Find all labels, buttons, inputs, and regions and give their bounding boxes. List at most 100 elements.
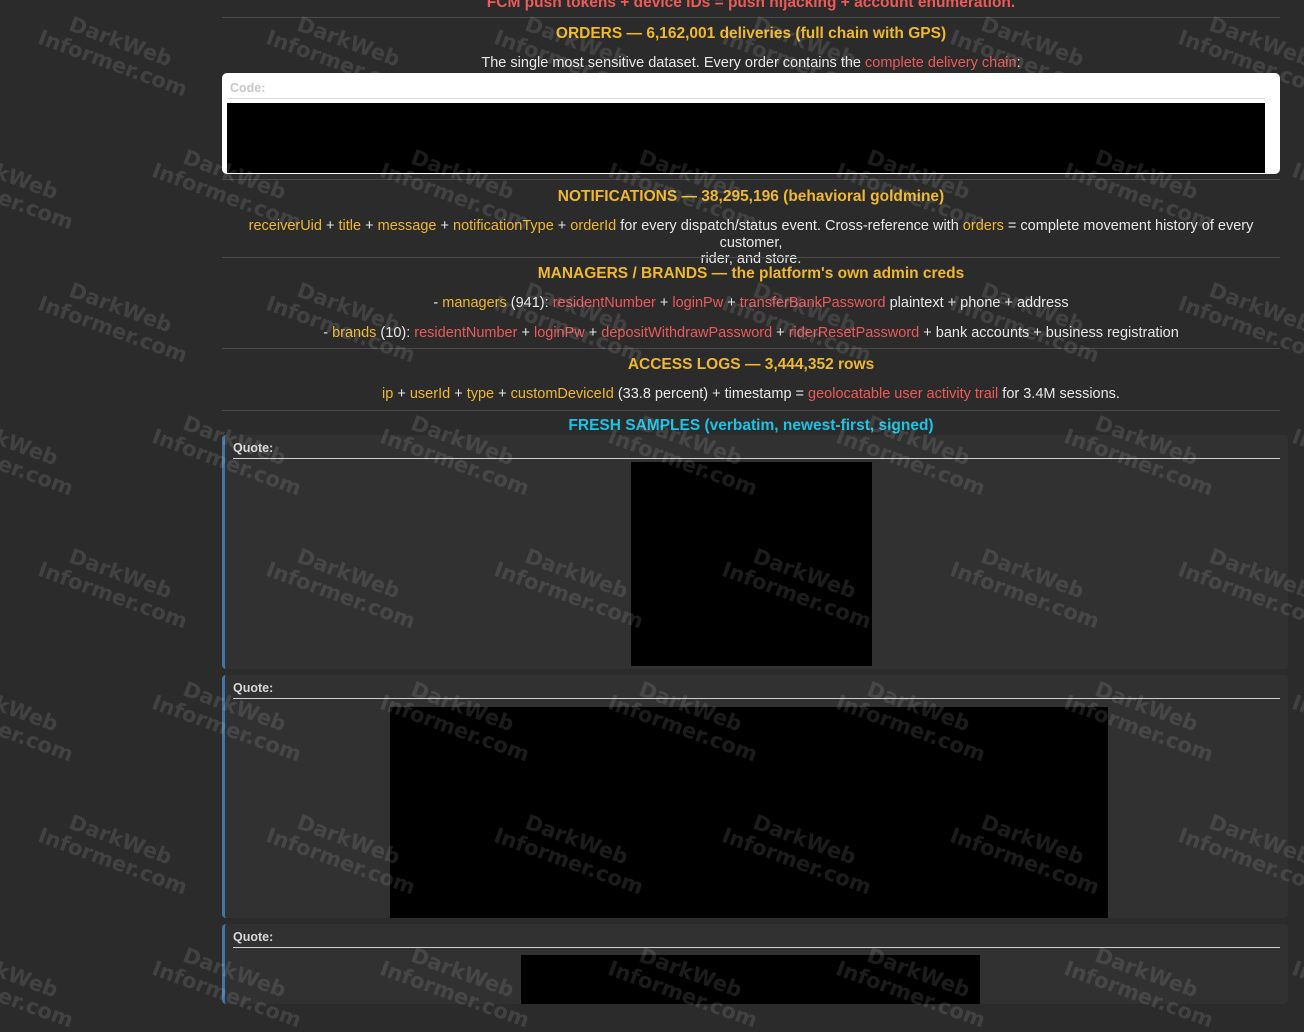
divider	[222, 17, 1280, 18]
table-brands: brands	[332, 325, 377, 341]
table-managers: managers	[442, 295, 507, 311]
watermark-text: DarkWebInformer.com	[0, 404, 84, 501]
field-transferBankPassword: transferBankPassword	[739, 295, 886, 311]
managers-heading: MANAGERS / BRANDS — the platform's own a…	[537, 265, 965, 282]
watermark-text: DarkWebInformer.com	[1288, 404, 1304, 501]
watermark-line-1: DarkWeb	[0, 145, 62, 205]
access-logs-mid: (33.8 percent) + timestamp =	[613, 386, 809, 402]
field-message: message	[377, 218, 437, 234]
watermark-line-2: Informer.com	[1288, 158, 1304, 235]
watermark-line-1: DarkWeb	[1297, 404, 1304, 479]
plus-sign: +	[321, 218, 339, 234]
watermark-line-1: DarkWeb	[65, 810, 176, 870]
quote-block: Quote:	[222, 924, 1288, 1004]
watermark-line-2: Informer.com	[0, 158, 77, 235]
quote-block: Quote:	[222, 675, 1288, 918]
quote-divider	[233, 458, 1280, 459]
field-depositWithdrawPassword: depositWithdrawPassword	[601, 325, 773, 341]
field-notificationType: notificationType	[453, 218, 554, 234]
watermark-text: DarkWebInformer.com	[0, 138, 84, 235]
watermark-text: DarkWebInformer.com	[719, 271, 882, 367]
field-orderId: orderId	[570, 218, 617, 234]
watermark-line-1: DarkWeb	[1297, 936, 1304, 1011]
redacted-image	[521, 955, 980, 1004]
watermark-text: DarkWebInformer.com	[1289, 936, 1304, 1032]
row-count: (941):	[506, 295, 553, 311]
orders-intro: The single most sensitive dataset. Every…	[222, 55, 1280, 72]
watermark-line-2: Informer.com	[1288, 690, 1304, 767]
redacted-code	[227, 103, 1265, 173]
divider	[222, 348, 1280, 349]
access-logs-line: ip + userId + type + customDeviceId (33.…	[222, 386, 1280, 403]
watermark-line-2: Informer.com	[1288, 424, 1304, 501]
watermark-text: DarkWebInformer.com	[0, 670, 84, 767]
plus-sign: +	[723, 295, 740, 311]
plus-sign: +	[436, 218, 453, 234]
field-title: title	[338, 218, 362, 234]
plus-sign: +	[772, 325, 789, 341]
notifications-heading: NOTIFICATIONS — 38,295,196 (behavioral g…	[557, 188, 945, 205]
quote-label: Quote:	[233, 441, 274, 455]
field-loginPw: loginPw	[672, 295, 724, 311]
access-logs-end: for 3.4M sessions.	[998, 386, 1120, 402]
watermark-line-1: DarkWeb	[0, 943, 62, 1003]
field-orders: orders	[962, 218, 1004, 234]
watermark-text: DarkWebInformer.com	[35, 5, 198, 102]
field-residentNumber: residentNumber	[552, 295, 656, 311]
watermark-line-2: Informer.com	[34, 291, 191, 368]
watermark-line-2: Informer.com	[34, 25, 191, 102]
plus-sign: +	[553, 218, 571, 234]
watermark-line-2: Informer.com	[0, 690, 77, 767]
watermark-line-1: DarkWeb	[65, 278, 176, 338]
watermark-line-2: Informer.com	[34, 557, 191, 634]
orders-intro-end: :	[1016, 55, 1021, 71]
notifications-description: receiverUid + title + message + notifica…	[222, 218, 1280, 268]
dash: -	[433, 295, 443, 311]
watermark-line-2: Informer.com	[1288, 956, 1304, 1032]
watermark-text: DarkWebInformer.com	[947, 271, 1110, 367]
field-type: type	[466, 386, 495, 402]
redacted-image	[390, 707, 1108, 918]
watermark-line-1: DarkWeb	[0, 411, 62, 471]
plus-sign: +	[361, 218, 378, 234]
orders-intro-text: The single most sensitive dataset. Every…	[481, 55, 866, 71]
row-count: (10):	[376, 325, 415, 341]
watermark-text: DarkWebInformer.com	[34, 803, 198, 900]
managers-rest: plaintext + phone + address	[885, 295, 1069, 311]
watermark-text: DarkWebInformer.com	[34, 271, 198, 368]
activity-trail-text: geolocatable user activity trail	[808, 386, 999, 402]
watermark-line-1: DarkWeb	[0, 677, 62, 737]
watermark-text: DarkWebInformer.com	[34, 537, 198, 634]
field-residentNumber: residentNumber	[414, 325, 518, 341]
watermark-line-1: DarkWeb	[65, 12, 176, 72]
watermark-line-2: Informer.com	[0, 424, 77, 501]
redacted-image	[631, 462, 872, 666]
watermark-line-2: Informer.com	[0, 956, 77, 1032]
plus-sign: +	[517, 325, 534, 341]
watermark-text: DarkWebInformer.com	[1175, 271, 1304, 367]
delivery-chain-link: complete delivery chain	[865, 55, 1017, 71]
field-ip: ip	[382, 386, 394, 402]
watermark-line-2: Informer.com	[34, 823, 191, 900]
watermark-text: DarkWebInformer.com	[1288, 138, 1304, 235]
managers-line: - managers (941): residentNumber + login…	[222, 295, 1280, 312]
field-loginPw: loginPw	[533, 325, 585, 341]
brands-line: - brands (10): residentNumber + loginPw …	[222, 325, 1280, 342]
field-customDeviceId: customDeviceId	[510, 386, 614, 402]
watermark-text: DarkWebInformer.com	[263, 271, 426, 367]
notifications-line-1: receiverUid + title + message + notifica…	[222, 218, 1280, 251]
plus-sign: +	[393, 386, 410, 402]
brands-rest: + bank accounts + business registration	[919, 325, 1179, 341]
divider	[222, 410, 1280, 411]
code-divider	[227, 98, 1265, 99]
quote-block: Quote:	[222, 435, 1288, 669]
plus-sign: +	[494, 386, 511, 402]
divider	[222, 179, 1280, 180]
watermark-line-1: DarkWeb	[65, 544, 176, 604]
watermark-text: DarkWebInformer.com	[0, 936, 84, 1032]
field-receiverUid: receiverUid	[248, 218, 322, 234]
dash: -	[323, 325, 333, 341]
plus-sign: +	[655, 295, 673, 311]
code-block: Code:	[222, 73, 1280, 174]
quote-label: Quote:	[233, 681, 274, 695]
